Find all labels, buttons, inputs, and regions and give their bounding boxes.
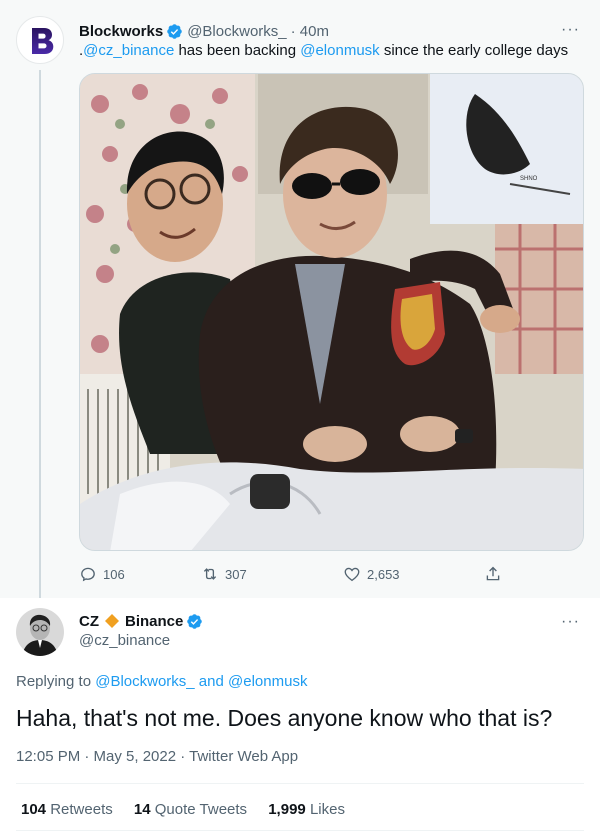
like-action[interactable]: 2,653 — [343, 563, 400, 585]
mention-elonmusk[interactable]: @elonmusk — [228, 673, 307, 690]
timestamp[interactable]: · 40m — [291, 23, 329, 40]
reply-icon — [81, 567, 95, 582]
parent-tweet-text: .@cz_binance has been backing @elonmusk … — [79, 42, 568, 59]
retweet-icon — [203, 568, 217, 580]
verified-badge-icon — [187, 613, 203, 629]
retweets-label: Retweets — [50, 801, 113, 818]
text-suffix: since the early college days — [379, 42, 569, 59]
display-name[interactable]: CZ — [79, 613, 99, 630]
verified-badge-icon — [167, 23, 182, 39]
retweet-count: 307 — [225, 566, 247, 582]
more-icon[interactable]: ··· — [561, 614, 580, 630]
tweet-stats: 104 Retweets 14 Quote Tweets 1,999 Likes — [21, 801, 362, 818]
replying-to: Replying to @Blockworks_ and @elonmusk — [16, 673, 307, 690]
more-icon[interactable]: ··· — [561, 22, 580, 38]
cz-avatar-image — [16, 608, 64, 656]
likes-stat[interactable]: 1,999 Likes — [268, 801, 345, 818]
parent-tweet[interactable]: Blockworks @Blockworks_ · 40m ··· .@cz_b… — [0, 0, 600, 598]
quotes-label: Quote Tweets — [154, 801, 248, 818]
parent-tweet-header: Blockworks @Blockworks_ · 40m — [79, 20, 329, 42]
mention-blockworks[interactable]: @Blockworks_ — [95, 673, 194, 690]
quote-tweets-stat[interactable]: 14 Quote Tweets — [134, 801, 247, 818]
mention-cz-binance[interactable]: @cz_binance — [83, 42, 174, 59]
retweets-stat[interactable]: 104 Retweets — [21, 801, 113, 818]
blockworks-avatar[interactable] — [16, 16, 64, 64]
retweet-action[interactable]: 307 — [201, 563, 247, 585]
reply-count: 106 — [103, 566, 125, 582]
handle[interactable]: @cz_binance — [79, 632, 170, 649]
mention-elonmusk[interactable]: @elonmusk — [300, 42, 379, 59]
reply-action[interactable]: 106 — [79, 563, 125, 585]
reply-tweet-header: CZ Binance — [79, 611, 207, 631]
display-name-suffix[interactable]: Binance — [125, 613, 183, 630]
divider — [16, 783, 584, 784]
like-count: 2,653 — [367, 566, 400, 582]
blockworks-logo — [32, 28, 54, 54]
retweets-count: 104 — [21, 801, 47, 818]
binance-diamond-icon — [105, 614, 119, 628]
quotes-count: 14 — [133, 801, 151, 818]
thread-line — [39, 70, 41, 598]
poster-signature: SHNO — [520, 176, 538, 182]
share-action[interactable] — [484, 563, 508, 585]
tweet-actions: 106 307 2,653 — [79, 563, 500, 585]
cz-avatar[interactable] — [16, 608, 64, 656]
text-middle: has been backing — [174, 42, 301, 59]
tweet-photo[interactable]: SHNO — [79, 73, 584, 551]
likes-count: 1,999 — [268, 801, 306, 818]
photo-illustration: SHNO — [80, 74, 583, 550]
likes-label: Likes — [309, 801, 345, 818]
like-icon — [344, 567, 360, 582]
share-icon — [486, 566, 500, 581]
tweet-meta[interactable]: 12:05 PM · May 5, 2022 · Twitter Web App — [16, 748, 298, 765]
replying-prefix: Replying to — [16, 673, 96, 690]
handle[interactable]: @Blockworks_ — [187, 23, 286, 40]
reply-tweet-text: Haha, that's not me. Does anyone know wh… — [16, 705, 553, 731]
divider — [16, 830, 584, 831]
display-name[interactable]: Blockworks — [79, 23, 163, 40]
replying-and[interactable]: and — [195, 673, 228, 690]
